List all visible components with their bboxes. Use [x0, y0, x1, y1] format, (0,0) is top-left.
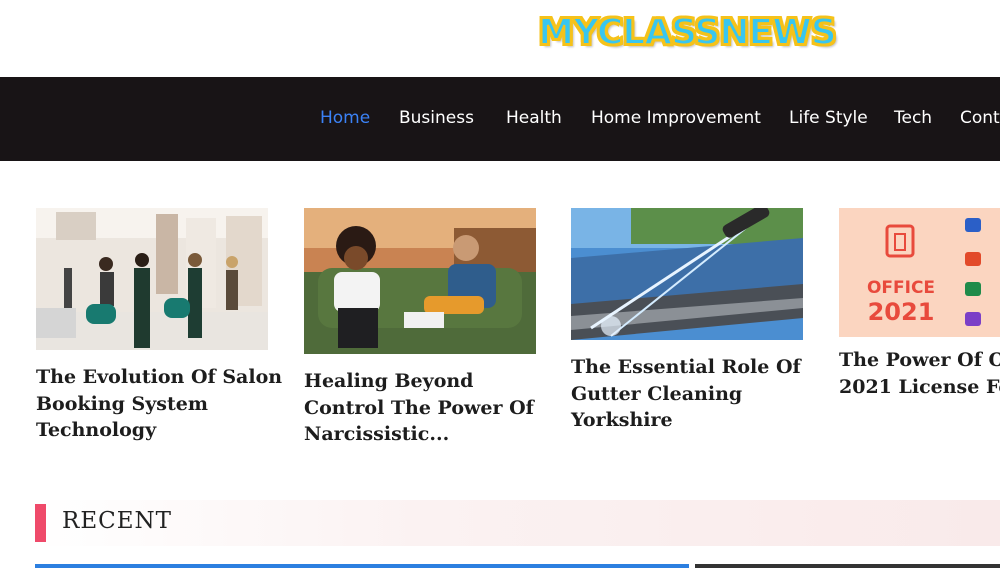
site-logo[interactable]: MYCLASSNEWS — [528, 8, 846, 56]
nav-item-business[interactable]: Business — [399, 108, 474, 128]
section-accent-bar — [35, 504, 46, 542]
recent-post-image-top[interactable] — [35, 564, 689, 568]
office-2021-image[interactable]: OFFICE 2021 — [839, 208, 1000, 337]
post-title-line[interactable]: Technology — [36, 417, 268, 444]
post-title-line[interactable]: Booking System — [36, 391, 268, 418]
gutter-cleaning-image[interactable] — [571, 208, 803, 340]
nav-item-contact[interactable]: Cont — [960, 108, 1000, 128]
nav-item-health[interactable]: Health — [506, 108, 562, 128]
post-title[interactable]: The Power Of Of 2021 License For — [839, 347, 1000, 400]
nav-item-home[interactable]: Home — [320, 108, 370, 128]
main-navigation: Home Business Health Home Improvement Li… — [0, 77, 1000, 161]
site-logo-text: MYCLASSNEWS — [537, 11, 837, 54]
post-title-line[interactable]: Control The Power Of — [304, 395, 536, 422]
couple-on-sofa-image[interactable] — [304, 208, 536, 354]
salon-interior-image[interactable] — [36, 208, 268, 350]
recent-section-header: RECENT — [35, 500, 1000, 546]
post-title[interactable]: Healing Beyond Control The Power Of Narc… — [304, 368, 536, 448]
post-title-line[interactable]: Yorkshire — [571, 407, 803, 434]
recent-post-image-top[interactable] — [695, 564, 1000, 568]
post-title[interactable]: The Evolution Of Salon Booking System Te… — [36, 364, 282, 444]
office-year: 2021 — [867, 298, 935, 326]
post-title-line[interactable]: 2021 License For — [839, 374, 1000, 401]
post-card[interactable]: The Evolution Of Salon Booking System Te… — [36, 208, 282, 444]
office-image-text: OFFICE 2021 — [861, 278, 941, 326]
post-title-line[interactable]: Healing Beyond — [304, 368, 536, 395]
post-title-line[interactable]: The Evolution Of Salon — [36, 364, 282, 391]
office-label: OFFICE — [866, 278, 936, 298]
post-title-line[interactable]: Narcissistic... — [304, 421, 536, 448]
post-card[interactable]: Healing Beyond Control The Power Of Narc… — [304, 208, 536, 448]
post-title-line[interactable]: The Power Of Of — [839, 347, 1000, 374]
post-title-line[interactable]: Gutter Cleaning — [571, 381, 803, 408]
nav-item-life-style[interactable]: Life Style — [789, 108, 868, 128]
nav-item-tech[interactable]: Tech — [894, 108, 932, 128]
post-title[interactable]: The Essential Role Of Gutter Cleaning Yo… — [571, 354, 803, 434]
post-card[interactable]: The Essential Role Of Gutter Cleaning Yo… — [571, 208, 803, 434]
nav-item-home-improvement[interactable]: Home Improvement — [591, 108, 761, 128]
recent-section-title: RECENT — [62, 508, 172, 534]
post-title-line[interactable]: The Essential Role Of — [571, 354, 803, 381]
post-card[interactable]: OFFICE 2021 The Power Of Of 2021 License… — [839, 208, 1000, 400]
